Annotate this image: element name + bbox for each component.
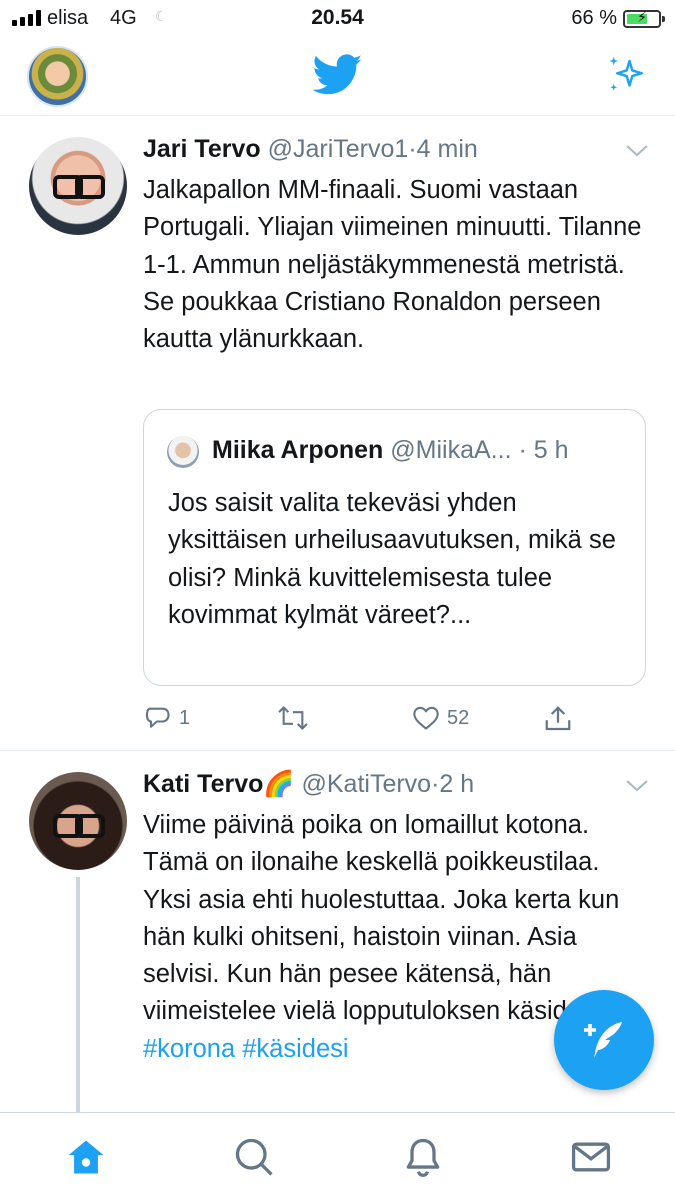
notifications-icon[interactable] xyxy=(401,1135,445,1179)
retweet-icon xyxy=(278,706,308,730)
tweet-header: Kati Tervo🌈 @KatiTervo·2 h xyxy=(143,770,655,804)
glasses-graphic xyxy=(53,175,105,199)
tweet-header: Jari Tervo @JariTervo1·4 min xyxy=(143,135,655,169)
quote-text: Jos saisit valita tekeväsi yhden yksittä… xyxy=(168,489,616,629)
reply-button[interactable]: 1 xyxy=(143,704,190,732)
separator-dot: · xyxy=(408,135,417,163)
bottom-tab-bar xyxy=(0,1112,675,1200)
chevron-down-icon[interactable] xyxy=(625,143,649,159)
thread-connector-line xyxy=(76,877,80,1112)
chevron-down-icon[interactable] xyxy=(625,778,649,794)
like-button[interactable]: 52 xyxy=(411,704,469,732)
quote-timestamp: 5 h xyxy=(533,436,569,464)
home-icon[interactable] xyxy=(64,1135,108,1179)
sparkle-icon[interactable] xyxy=(605,54,647,96)
author-name[interactable]: Jari Tervo xyxy=(143,135,261,163)
avatar[interactable] xyxy=(29,137,127,235)
top-navigation xyxy=(0,38,675,116)
glasses-graphic xyxy=(53,814,105,838)
hashtag-links[interactable]: #korona #käsidesi xyxy=(143,1035,349,1063)
retweet-button[interactable] xyxy=(276,704,316,732)
share-button[interactable] xyxy=(543,704,573,734)
author-handle[interactable]: @KatiTervo xyxy=(302,770,432,798)
quote-author-name: Miika Arponen xyxy=(212,436,384,464)
quoted-tweet[interactable]: Miika Arponen @MiikaA... · 5 h Jos saisi… xyxy=(143,409,646,686)
messages-icon[interactable] xyxy=(569,1135,613,1179)
battery-icon: ⚡ xyxy=(623,9,665,28)
compose-tweet-button[interactable] xyxy=(554,990,654,1090)
like-count: 52 xyxy=(447,706,470,729)
tweet-timestamp: 4 min xyxy=(416,135,478,163)
separator-dot: · xyxy=(518,436,527,464)
author-handle[interactable]: @JariTervo1 xyxy=(268,135,409,163)
compose-feather-icon xyxy=(584,1022,622,1058)
avatar[interactable] xyxy=(29,772,127,870)
status-bar: elisa 4G ☾ 20.54 66 % ⚡ xyxy=(0,0,675,38)
quote-header: Miika Arponen @MiikaA... · 5 h xyxy=(212,436,569,465)
twitter-bird-icon xyxy=(313,54,363,95)
profile-avatar[interactable] xyxy=(27,46,88,107)
reply-count: 1 xyxy=(179,706,191,729)
author-name[interactable]: Kati Tervo xyxy=(143,770,263,798)
charging-bolt-icon: ⚡ xyxy=(637,9,647,25)
tweet-actions: 1 52 xyxy=(143,700,643,740)
battery-percent: 66 % xyxy=(571,7,617,29)
search-icon[interactable] xyxy=(232,1135,276,1179)
tweet-text: Jalkapallon MM-finaali. Suomi vastaan Po… xyxy=(143,176,642,354)
quote-author-handle: @MiikaA... xyxy=(390,436,512,464)
tweet[interactable]: Jari Tervo @JariTervo1·4 min Jalkapallon… xyxy=(0,117,675,751)
quote-avatar xyxy=(167,436,199,468)
rainbow-emoji: 🌈 xyxy=(263,770,295,798)
reply-icon xyxy=(145,707,170,728)
share-icon xyxy=(545,706,571,731)
tweet-body: Viime päivinä poika on lomaillut kotona.… xyxy=(143,811,633,1026)
tweet-timestamp: 2 h xyxy=(439,770,475,798)
heart-icon xyxy=(413,706,439,730)
